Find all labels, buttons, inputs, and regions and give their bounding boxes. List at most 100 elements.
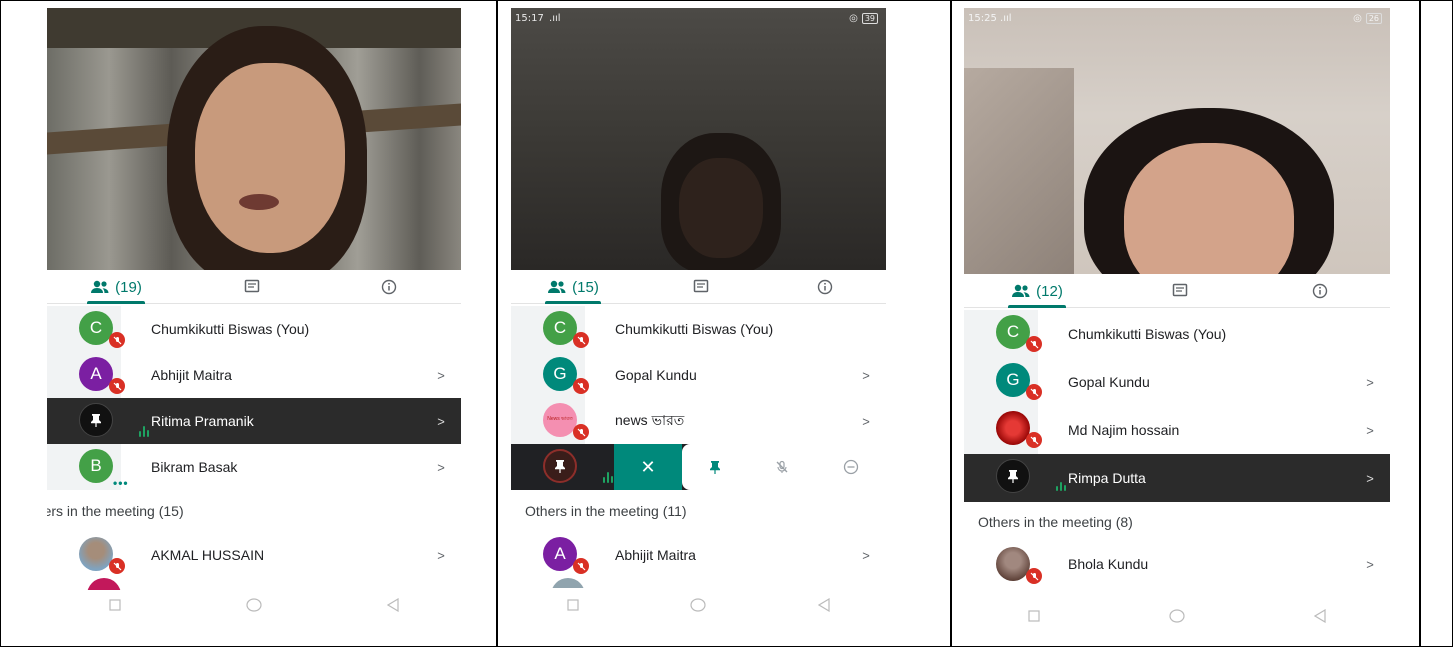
remove-participant-icon[interactable] xyxy=(843,459,859,475)
avatar: C xyxy=(79,311,113,345)
participant-row[interactable]: C Chumkikutti Biswas (You) xyxy=(964,310,1390,358)
info-icon xyxy=(1312,283,1328,299)
participant-row[interactable]: A Abhijit Maitra > xyxy=(47,352,461,398)
close-actions-button[interactable]: ✕ xyxy=(614,444,682,490)
participant-name: Abhijit Maitra xyxy=(615,547,696,563)
participant-row[interactable]: Bhola Kundu > xyxy=(964,542,1390,586)
battery-icon: 39 xyxy=(861,12,878,24)
video-feed: 15:17 .ııl ◎ 39 xyxy=(511,8,886,270)
chevron-right-icon[interactable]: > xyxy=(846,368,886,383)
chevron-right-icon[interactable]: > xyxy=(421,368,461,383)
back-icon[interactable] xyxy=(386,598,399,612)
status-time: 15:25 xyxy=(968,12,997,24)
mic-off-icon xyxy=(1026,384,1042,400)
chevron-right-icon[interactable]: > xyxy=(1350,557,1390,572)
people-count: (15) xyxy=(572,278,599,296)
chat-icon xyxy=(244,279,260,295)
tab-people[interactable]: (19) xyxy=(83,270,149,304)
info-icon xyxy=(381,279,397,295)
participant-name: Chumkikutti Biswas (You) xyxy=(615,321,774,337)
avatar xyxy=(996,459,1030,493)
mic-off-icon xyxy=(1026,568,1042,584)
pin-icon xyxy=(555,460,565,473)
wifi-icon: ◎ xyxy=(849,12,858,24)
back-icon[interactable] xyxy=(818,598,830,612)
people-icon xyxy=(1011,284,1031,298)
video-feed xyxy=(47,8,461,270)
mic-off-icon xyxy=(109,332,125,348)
participant-row-speaking[interactable]: Ritima Pramanik > xyxy=(47,398,461,444)
chevron-right-icon[interactable]: > xyxy=(421,548,461,563)
tab-chat[interactable] xyxy=(681,270,721,304)
tab-chat[interactable] xyxy=(1160,274,1200,308)
participant-row[interactable]: C Chumkikutti Biswas (You) xyxy=(511,306,886,352)
chat-icon xyxy=(693,279,709,295)
home-icon[interactable] xyxy=(690,598,707,612)
tab-people[interactable]: (12) xyxy=(1004,274,1070,308)
others-section-heading: Others in the meeting (15) xyxy=(47,503,184,519)
chevron-right-icon[interactable]: > xyxy=(846,414,886,429)
avatar xyxy=(79,537,113,571)
participant-row[interactable]: Md Najim hossain > xyxy=(964,406,1390,454)
info-icon xyxy=(817,279,833,295)
participant-name: Bhola Kundu xyxy=(1068,556,1149,572)
participant-row[interactable]: C Chumkikutti Biswas (You) xyxy=(47,306,461,352)
wifi-icon: ◎ xyxy=(1353,12,1362,24)
people-icon xyxy=(547,280,567,294)
signal-icon: .ııl xyxy=(1000,12,1012,24)
tab-info[interactable] xyxy=(1300,274,1340,308)
tab-people[interactable]: (15) xyxy=(541,270,605,304)
participant-row[interactable]: G Gopal Kundu > xyxy=(964,358,1390,406)
avatar: News ভারত xyxy=(543,403,577,437)
avatar: A xyxy=(543,537,577,571)
avatar xyxy=(543,449,577,483)
android-nav-bar xyxy=(511,591,886,619)
participant-row[interactable]: B ••• Bikram Basak > xyxy=(47,444,461,490)
mute-mic-icon[interactable] xyxy=(775,460,789,474)
meeting-tabs: (12) xyxy=(964,274,1390,308)
video-mouth xyxy=(239,194,279,210)
recents-icon[interactable] xyxy=(1028,610,1040,622)
chevron-right-icon[interactable]: > xyxy=(1350,471,1390,486)
back-icon[interactable] xyxy=(1313,609,1326,623)
android-nav-bar xyxy=(47,591,461,619)
participant-list: C Chumkikutti Biswas (You) A Abhijit Mai… xyxy=(47,306,461,590)
tab-info[interactable] xyxy=(369,270,409,304)
chevron-right-icon[interactable]: > xyxy=(421,414,461,429)
recents-icon[interactable] xyxy=(567,599,579,611)
others-section-heading: Others in the meeting (8) xyxy=(978,514,1133,530)
mic-off-icon xyxy=(573,424,589,440)
participant-name: Chumkikutti Biswas (You) xyxy=(1068,326,1227,342)
pin-icon[interactable] xyxy=(709,460,721,474)
participant-row-pin-actions[interactable]: ✕ xyxy=(511,444,886,490)
speaking-indicator xyxy=(1056,482,1066,491)
chevron-right-icon[interactable]: > xyxy=(1350,375,1390,390)
home-icon[interactable] xyxy=(1169,609,1185,623)
panel-divider xyxy=(1419,0,1421,647)
mic-off-icon xyxy=(573,378,589,394)
avatar: G xyxy=(543,357,577,391)
tab-info[interactable] xyxy=(805,270,845,304)
participant-row[interactable]: AKMAL HUSSAIN > xyxy=(47,532,461,578)
participant-row[interactable]: A Abhijit Maitra > xyxy=(511,532,886,578)
video-wall-decor xyxy=(964,68,1074,274)
participant-row[interactable]: G Gopal Kundu > xyxy=(511,352,886,398)
tab-underline xyxy=(1008,305,1066,308)
tab-chat[interactable] xyxy=(232,270,272,304)
mic-off-icon xyxy=(1026,336,1042,352)
chevron-right-icon[interactable]: > xyxy=(846,548,886,563)
chevron-right-icon[interactable]: > xyxy=(1350,423,1390,438)
home-icon[interactable] xyxy=(246,598,262,612)
speaking-indicator xyxy=(139,426,149,437)
participant-row[interactable]: News ভারত news ভারত > xyxy=(511,398,886,444)
recents-icon[interactable] xyxy=(109,599,121,611)
status-bar: 15:17 .ııl ◎ 39 xyxy=(515,10,878,26)
avatar xyxy=(996,547,1030,581)
avatar xyxy=(551,578,585,588)
phone-panel-3: 15:25 .ııl ◎ 26 (12) C Chumkikutti Biswas… xyxy=(964,8,1390,632)
people-count: (19) xyxy=(115,278,142,296)
chevron-right-icon[interactable]: > xyxy=(421,460,461,475)
participant-row-speaking[interactable]: Rimpa Dutta > xyxy=(964,454,1390,502)
people-count: (12) xyxy=(1036,282,1063,300)
participant-name: Gopal Kundu xyxy=(1068,374,1150,390)
